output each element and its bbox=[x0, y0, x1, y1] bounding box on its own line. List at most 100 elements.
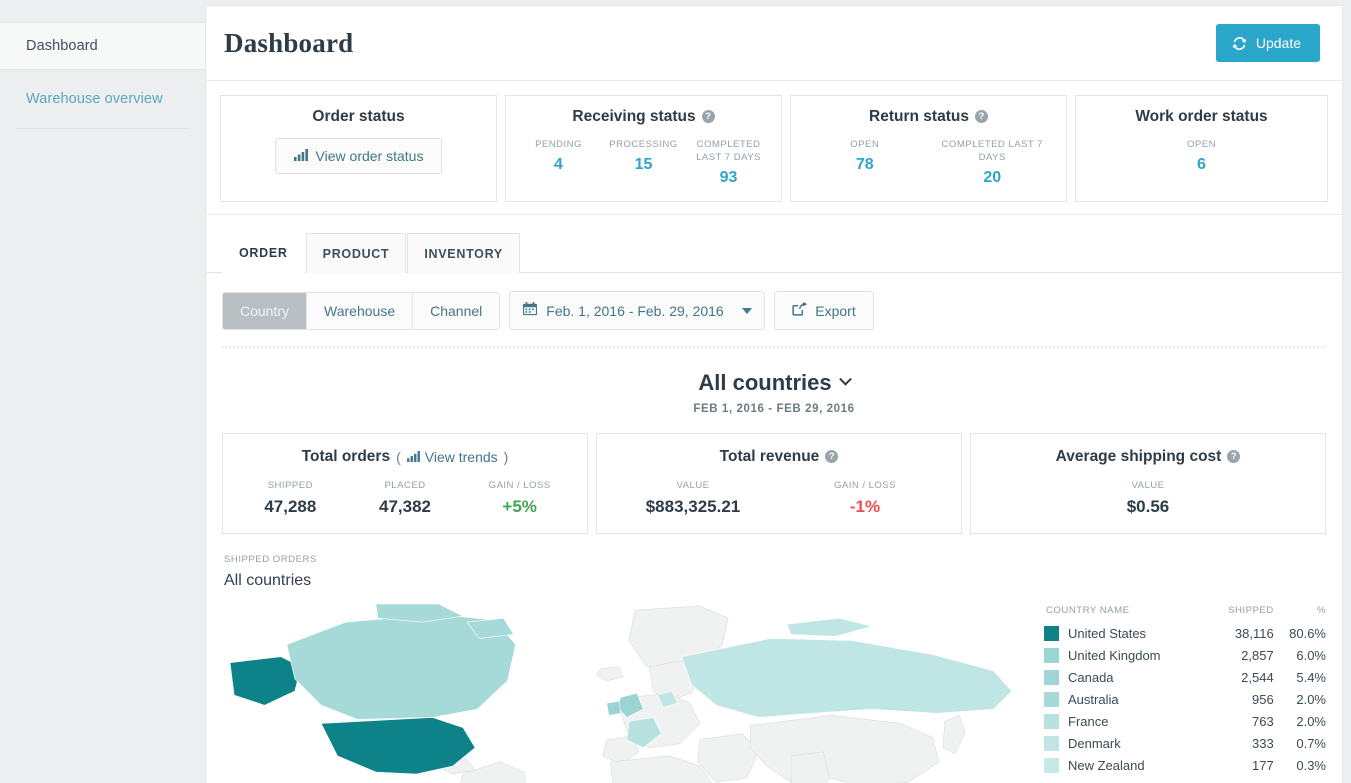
country-table: COUNTRY NAME SHIPPED % United States 38,1… bbox=[1044, 605, 1326, 776]
metric-value[interactable]: 6 bbox=[1088, 156, 1315, 174]
card-metrics: PENDING 4 PROCESSING 15 COMPLETED LAST 7… bbox=[516, 138, 771, 187]
metric-processing: PROCESSING 15 bbox=[601, 138, 686, 187]
color-swatch bbox=[1044, 713, 1059, 729]
kpi-metric-value: VALUE $883,325.21 bbox=[607, 480, 779, 517]
main-scroll-area[interactable]: Dashboard Update Order status View order… bbox=[206, 6, 1342, 783]
table-row[interactable]: France 763 2.0% bbox=[1044, 710, 1326, 732]
country-legend: COUNTRY NAME SHIPPED % United States 38,1… bbox=[1044, 604, 1326, 783]
export-label: Export bbox=[815, 302, 856, 319]
world-map[interactable] bbox=[224, 604, 1034, 783]
card-title-text: Return status bbox=[869, 108, 969, 125]
kpi-title: Average shipping cost ? bbox=[981, 448, 1315, 466]
tab-label: INVENTORY bbox=[424, 247, 503, 261]
color-swatch bbox=[1044, 735, 1059, 751]
map-and-legend: COUNTRY NAME SHIPPED % United States 38,1… bbox=[224, 604, 1326, 783]
export-button[interactable]: Export bbox=[774, 291, 874, 330]
cell-shipped: 763 bbox=[1252, 713, 1274, 729]
sidebar-item-dashboard[interactable]: Dashboard bbox=[0, 22, 205, 70]
bar-chart-icon bbox=[406, 449, 420, 465]
kpi-metric-value: 47,288 bbox=[264, 497, 317, 516]
cell-shipped: 38,116 bbox=[1234, 625, 1274, 641]
metric-value[interactable]: 4 bbox=[518, 156, 599, 174]
kpi-metric-label: VALUE bbox=[1131, 480, 1165, 491]
kpi-metrics: SHIPPED 47,288 PLACED 47,382 GAIN / LOSS… bbox=[233, 480, 577, 517]
cell-percent: 80.6% bbox=[1289, 625, 1326, 641]
kpi-title: Total orders ( View trends ) bbox=[233, 448, 577, 466]
kpi-metric-label: VALUE bbox=[676, 480, 710, 491]
metric-completed-last-7-days: COMPLETED LAST 7 DAYS 20 bbox=[929, 138, 1057, 187]
group-by-segmented-control: Country Warehouse Channel bbox=[222, 291, 501, 330]
status-card-work-order-status: Work order status OPEN 6 bbox=[1075, 95, 1328, 202]
table-header-row: COUNTRY NAME SHIPPED % bbox=[1044, 605, 1326, 622]
section-title-text: All countries bbox=[698, 370, 832, 395]
table-row[interactable]: Canada 2,544 5.4% bbox=[1044, 666, 1326, 688]
sidebar-item-label: Dashboard bbox=[26, 38, 98, 54]
segment-label: Warehouse bbox=[324, 302, 396, 319]
kpi-metric-value: 47,382 bbox=[379, 497, 431, 516]
color-swatch bbox=[1044, 757, 1059, 773]
tab-product[interactable]: PRODUCT bbox=[305, 233, 407, 273]
page-title: Dashboard bbox=[224, 27, 354, 58]
calendar-icon bbox=[523, 302, 538, 319]
kpi-title: Total revenue ? bbox=[607, 448, 951, 466]
cell-percent: 2.0% bbox=[1296, 713, 1326, 729]
table-row[interactable]: New Zealand 177 0.3% bbox=[1044, 754, 1326, 776]
status-card-order-status: Order status View order status bbox=[220, 95, 497, 202]
paren-close: ) bbox=[503, 449, 509, 465]
column-header-country-name: COUNTRY NAME bbox=[1046, 605, 1130, 616]
help-icon[interactable]: ? bbox=[974, 109, 988, 123]
kpi-metric-gain-loss: GAIN / LOSS -1% bbox=[779, 480, 951, 517]
group-by-channel-button[interactable]: Channel bbox=[413, 292, 500, 329]
table-body: United States 38,116 80.6% United Kingdom 2,… bbox=[1044, 622, 1326, 776]
color-swatch bbox=[1044, 691, 1059, 707]
metric-completed-last-7-days: COMPLETED LAST 7 DAYS 93 bbox=[686, 138, 771, 187]
table-row[interactable]: United States 38,116 80.6% bbox=[1044, 622, 1326, 644]
update-button[interactable]: Update bbox=[1215, 24, 1320, 62]
table-row[interactable]: Australia 956 2.0% bbox=[1044, 688, 1326, 710]
export-icon bbox=[792, 302, 808, 319]
kpi-metric-value: $883,325.21 bbox=[645, 497, 741, 516]
date-range-picker[interactable]: Feb. 1, 2016 - Feb. 29, 2016 bbox=[509, 291, 766, 330]
table-row[interactable]: Denmark 333 0.7% bbox=[1044, 732, 1326, 754]
table-row[interactable]: United Kingdom 2,857 6.0% bbox=[1044, 644, 1326, 666]
sidebar-item-warehouse-overview[interactable]: Warehouse overview bbox=[0, 75, 205, 123]
card-title-text: Work order status bbox=[1135, 108, 1268, 125]
segment-label: Channel bbox=[430, 302, 483, 319]
metric-pending: PENDING 4 bbox=[516, 138, 601, 187]
card-title-text: Order status bbox=[312, 108, 405, 125]
view-order-status-button[interactable]: View order status bbox=[274, 138, 443, 174]
cell-country-name: Canada bbox=[1044, 666, 1209, 688]
metric-value[interactable]: 93 bbox=[688, 169, 769, 187]
tab-bar: ORDER PRODUCT INVENTORY bbox=[206, 215, 1342, 273]
group-by-country-button[interactable]: Country bbox=[223, 292, 308, 329]
metric-value[interactable]: 78 bbox=[803, 156, 927, 174]
kpi-metric-shipped: SHIPPED 47,288 bbox=[233, 480, 348, 517]
help-icon[interactable]: ? bbox=[1227, 449, 1241, 463]
country-name-text: New Zealand bbox=[1068, 757, 1145, 773]
view-trends-label: View trends bbox=[424, 449, 498, 465]
metric-value[interactable]: 15 bbox=[603, 156, 684, 174]
view-trends-link[interactable]: View trends bbox=[406, 449, 498, 465]
card-title: Receiving status ? bbox=[516, 108, 771, 126]
help-icon[interactable]: ? bbox=[825, 449, 839, 463]
metric-value[interactable]: 20 bbox=[931, 169, 1055, 187]
card-title: Return status ? bbox=[801, 108, 1056, 126]
country-scope-selector[interactable]: All countries bbox=[698, 370, 852, 396]
cell-country-name: United Kingdom bbox=[1044, 644, 1209, 666]
kpi-metric-value: $0.56 bbox=[1126, 497, 1170, 516]
kpi-metric-gain-loss: GAIN / LOSS +5% bbox=[462, 480, 577, 517]
sidebar-divider bbox=[16, 128, 189, 129]
group-by-warehouse-button[interactable]: Warehouse bbox=[307, 292, 414, 329]
cell-percent: 2.0% bbox=[1296, 691, 1326, 707]
help-icon[interactable]: ? bbox=[701, 109, 715, 123]
update-button-label: Update bbox=[1255, 35, 1301, 51]
tab-order[interactable]: ORDER bbox=[222, 232, 305, 273]
kpi-card-total-revenue: Total revenue ? VALUE $883,325.21 GAIN /… bbox=[596, 433, 962, 534]
tab-label: PRODUCT bbox=[322, 247, 390, 261]
card-title: Order status bbox=[231, 108, 486, 126]
chevron-down-icon bbox=[838, 372, 852, 386]
tab-inventory[interactable]: INVENTORY bbox=[407, 233, 520, 273]
kpi-metric-value: -1% bbox=[849, 497, 881, 516]
section-subtitle: FEB 1, 2016 - FEB 29, 2016 bbox=[693, 403, 855, 415]
kpi-row: Total orders ( View trends ) SHIPPED 47,… bbox=[206, 419, 1342, 534]
